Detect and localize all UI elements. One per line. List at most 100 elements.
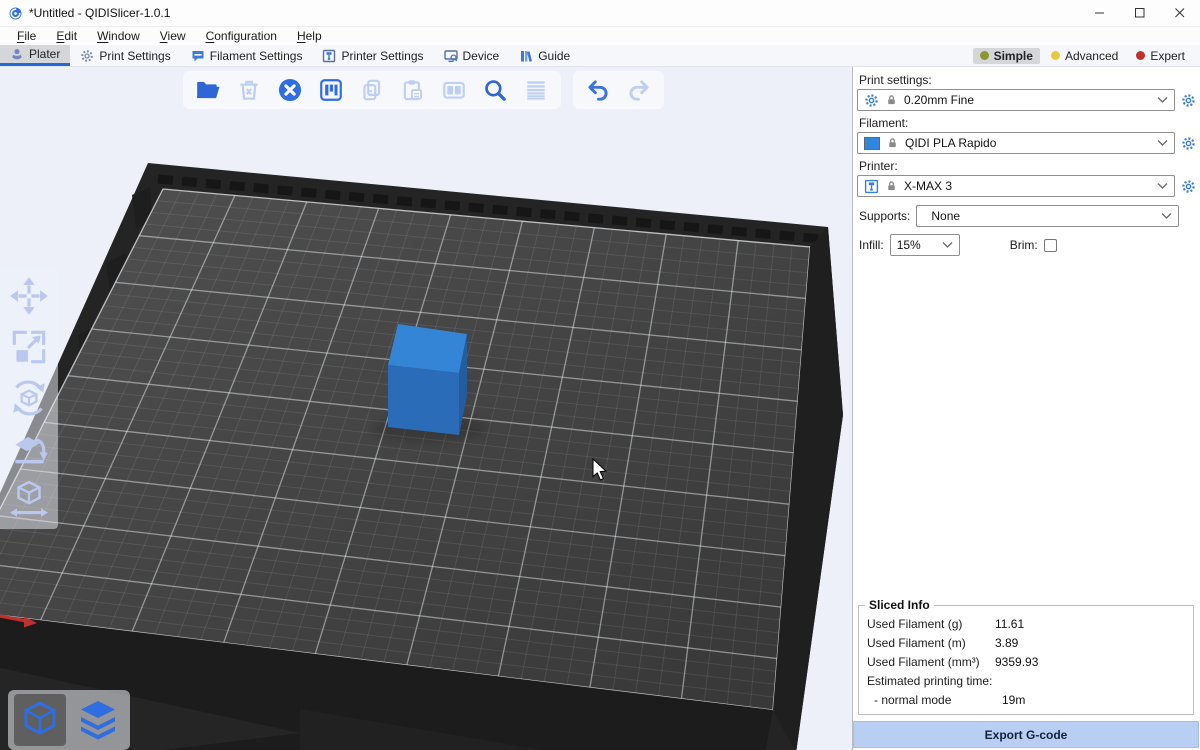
title-bar: *Untitled - QIDISlicer-1.0.1 <box>0 0 1200 27</box>
edit-filament-button[interactable] <box>1179 136 1197 151</box>
close-icon <box>1175 8 1185 18</box>
tab-filament-settings[interactable]: Filament Settings <box>181 45 313 66</box>
undo-button[interactable] <box>584 76 612 104</box>
delete-all-button[interactable] <box>276 76 304 104</box>
rotate-icon <box>8 377 50 419</box>
cube-object[interactable] <box>388 324 467 435</box>
tab-print-settings[interactable]: Print Settings <box>70 45 180 66</box>
maximize-button[interactable] <box>1120 1 1160 26</box>
paste-icon <box>400 77 426 103</box>
delete-icon <box>236 77 262 103</box>
filament-combo[interactable]: QIDI PLA Rapido <box>857 132 1175 154</box>
undo-redo-toolbar <box>573 71 664 109</box>
3d-viewport[interactable] <box>0 67 852 750</box>
search-button[interactable] <box>481 76 509 104</box>
filament-icon <box>191 49 205 63</box>
mode-expert[interactable]: Expert <box>1129 48 1192 64</box>
chevron-down-icon <box>1157 96 1168 104</box>
simple-mode-dot-icon <box>980 51 989 60</box>
print-settings-value: 0.20mm Fine <box>904 93 1151 107</box>
tab-bar: Plater Print Settings Filament Settings … <box>0 45 1200 67</box>
menu-view[interactable]: View <box>151 28 195 44</box>
mode-simple[interactable]: Simple <box>973 48 1040 64</box>
open-button[interactable] <box>194 76 222 104</box>
arrange-button[interactable] <box>317 76 345 104</box>
plater-icon <box>10 47 24 61</box>
edit-print-settings-button[interactable] <box>1179 93 1197 108</box>
minimize-button[interactable] <box>1080 1 1120 26</box>
menu-bar: File Edit Window View Configuration Help <box>0 27 1200 45</box>
mode-advanced[interactable]: Advanced <box>1044 48 1125 64</box>
rotate-tool-button[interactable] <box>8 377 50 419</box>
infill-combo[interactable]: 15% <box>890 234 960 256</box>
tab-printer-settings[interactable]: Printer Settings <box>312 45 433 66</box>
delete-all-icon <box>277 77 303 103</box>
measure-tool-button[interactable] <box>8 479 50 521</box>
variable-layer-height-button[interactable] <box>522 76 550 104</box>
build-plate-scene[interactable] <box>0 67 852 750</box>
sliced-info-row: Estimated printing time: <box>865 671 1187 690</box>
sliced-info-title: Sliced Info <box>865 598 934 612</box>
lock-icon <box>885 93 898 107</box>
measure-icon <box>8 479 50 521</box>
gear-icon <box>864 93 879 108</box>
menu-edit[interactable]: Edit <box>47 28 86 44</box>
left-toolbar <box>0 267 58 529</box>
cube-front-face[interactable] <box>388 365 459 435</box>
menu-file[interactable]: File <box>8 28 45 44</box>
print-settings-label: Print settings: <box>853 72 1199 89</box>
tab-plater[interactable]: Plater <box>0 45 70 66</box>
tab-guide[interactable]: Guide <box>509 45 580 66</box>
tab-device[interactable]: Device <box>434 45 510 66</box>
move-tool-button[interactable] <box>8 275 50 317</box>
redo-icon <box>626 77 652 103</box>
sliced-info-row: Used Filament (g)11.61 <box>865 614 1187 633</box>
split-objects-icon <box>441 77 467 103</box>
menu-configuration[interactable]: Configuration <box>197 28 286 44</box>
app-logo-icon <box>8 6 23 21</box>
copy-button[interactable] <box>358 76 386 104</box>
copy-icon <box>359 77 385 103</box>
gear-icon <box>1181 136 1196 151</box>
view-toggle <box>8 690 130 750</box>
brim-checkbox[interactable] <box>1044 239 1057 252</box>
gear-icon <box>80 49 94 63</box>
cube-view-icon <box>18 698 62 742</box>
filament-label: Filament: <box>853 115 1199 132</box>
delete-button[interactable] <box>235 76 263 104</box>
printer-combo[interactable]: X-MAX 3 <box>857 175 1175 197</box>
infill-label: Infill: <box>859 238 884 252</box>
preview-layers-view-button[interactable] <box>72 694 124 746</box>
place-on-face-tool-button[interactable] <box>8 428 50 470</box>
split-objects-button[interactable] <box>440 76 468 104</box>
print-settings-combo[interactable]: 0.20mm Fine <box>857 89 1175 111</box>
printer-icon <box>322 49 336 63</box>
edit-printer-button[interactable] <box>1179 179 1197 194</box>
supports-combo[interactable]: None <box>916 205 1179 227</box>
editor-3d-view-button[interactable] <box>14 694 66 746</box>
supports-label: Supports: <box>859 209 910 223</box>
paste-button[interactable] <box>399 76 427 104</box>
infill-value: 15% <box>897 238 936 252</box>
scale-icon <box>8 326 50 368</box>
printer-icon <box>864 179 879 194</box>
printer-label: Printer: <box>853 158 1199 175</box>
supports-value: None <box>923 209 1155 223</box>
maximize-icon <box>1135 8 1145 18</box>
gear-icon <box>1181 93 1196 108</box>
menu-help[interactable]: Help <box>288 28 331 44</box>
layers-view-icon <box>76 698 120 742</box>
gear-icon <box>1181 179 1196 194</box>
chevron-down-icon <box>1157 139 1168 147</box>
qidislicer-window: *Untitled - QIDISlicer-1.0.1 File Edit W… <box>0 0 1200 750</box>
redo-button[interactable] <box>625 76 653 104</box>
sliced-info-row: Used Filament (mm³)9359.93 <box>865 652 1187 671</box>
chevron-down-icon <box>942 241 953 249</box>
search-icon <box>482 77 508 103</box>
export-gcode-button[interactable]: Export G-code <box>853 721 1199 748</box>
scale-tool-button[interactable] <box>8 326 50 368</box>
close-button[interactable] <box>1160 1 1200 26</box>
menu-window[interactable]: Window <box>88 28 149 44</box>
undo-icon <box>585 77 611 103</box>
right-settings-panel: Print settings: 0.20mm Fine Filament: QI… <box>852 67 1199 750</box>
